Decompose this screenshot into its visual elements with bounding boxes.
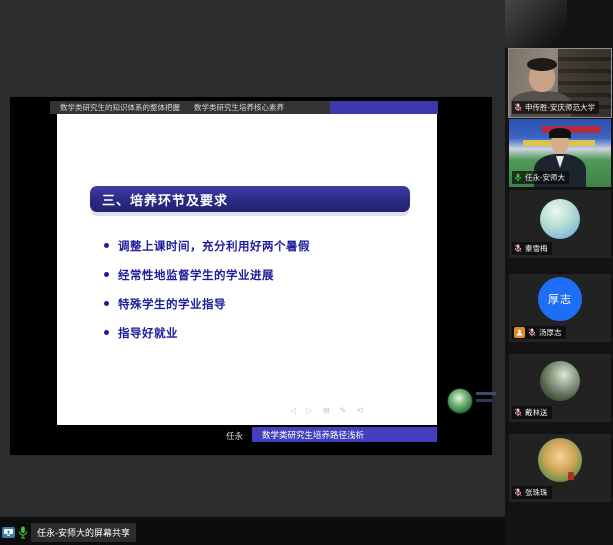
person-hair (527, 58, 557, 71)
sidebar-glow (505, 0, 567, 48)
presentation-tab-1: 数学类研究生的知识体系的整体把握 (60, 102, 180, 113)
participants-sidebar: 申传胜-安庆师范大学 任永-安师大 秦雪梅 (505, 0, 613, 545)
avatar-seal-mark (568, 472, 574, 480)
mobile-user-badge-icon (514, 327, 525, 338)
slide: 三、培养环节及要求 调整上课时间，充分利用好两个暑假 经常性地监督学生的学业进展… (57, 114, 437, 425)
mic-on-icon (514, 173, 522, 182)
participant-video-zhangzhuzhu[interactable]: 张珠珠 (509, 434, 611, 502)
logo-caption-line (476, 399, 492, 402)
slide-bullet: 特殊学生的学业指导 (104, 294, 310, 313)
taskbar-window-button: 数学类研究生培养路径浅析 (252, 427, 437, 442)
participant-video-renyong[interactable]: 任永-安师大 (509, 119, 611, 187)
bullet-dot-icon (104, 243, 109, 248)
presentation-tab-bar: 数学类研究生的知识体系的整体把握 数学类研究生培养核心素养 (50, 101, 370, 114)
screen-share-banner[interactable]: 任永-安师大的屏幕共享 (2, 523, 136, 542)
participant-nametag: 秦雪梅 (512, 242, 552, 255)
bullet-dot-icon (104, 272, 109, 277)
screen-share-icon (2, 527, 15, 538)
participant-nametag: 汤厚志 (512, 326, 566, 339)
participant-name: 秦雪梅 (525, 243, 548, 254)
logo-caption-line (476, 392, 496, 395)
participant-name: 戴林送 (525, 407, 548, 418)
mic-muted-icon (514, 103, 522, 112)
participant-video-shenchuansheng[interactable]: 申传胜-安庆师范大学 (509, 49, 611, 117)
university-logo (447, 388, 473, 414)
shared-screen: 数学类研究生的知识体系的整体把握 数学类研究生培养核心素养 三、培养环节及要求 … (10, 97, 492, 455)
participant-name: 张珠珠 (525, 487, 548, 498)
mic-on-icon (18, 526, 28, 539)
participant-nametag: 任永-安师大 (512, 171, 569, 184)
participant-video-dailinsong[interactable]: 戴林送 (509, 354, 611, 422)
participant-video-qinxuemei[interactable]: 秦雪梅 (509, 190, 611, 258)
participant-video-tanghouzhi[interactable]: 厚志 汤厚志 (509, 274, 611, 342)
person-hair (549, 128, 571, 138)
taskbar-window-title: 数学类研究生培养路径浅析 (252, 429, 364, 441)
bullet-text: 特殊学生的学业指导 (118, 296, 226, 312)
presentation-titlebar-strip (330, 101, 438, 114)
participant-nametag: 申传胜-安庆师范大学 (512, 101, 599, 114)
participant-nametag: 张珠珠 (512, 486, 552, 499)
participant-avatar (538, 438, 582, 482)
participant-avatar (540, 199, 580, 239)
slide-bullet: 指导好就业 (104, 323, 310, 342)
slideshow-nav-controls: ◁ ▷ ⊞ ✎ ⟲ (290, 406, 367, 415)
mic-muted-icon (514, 244, 522, 253)
mic-muted-icon (514, 408, 522, 417)
participant-name: 任永-安师大 (525, 172, 565, 183)
mic-muted-icon (528, 328, 536, 337)
screen-share-label: 任永-安师大的屏幕共享 (31, 523, 136, 542)
slide-title: 三、培养环节及要求 (90, 190, 228, 209)
avatar-initials: 厚志 (548, 291, 572, 307)
slide-bullet: 经常性地监督学生的学业进展 (104, 265, 310, 284)
bullet-text: 调整上课时间，充分利用好两个暑假 (118, 238, 310, 254)
bullet-dot-icon (104, 330, 109, 335)
bottom-bar: 任永-安师大的屏幕共享 (0, 517, 505, 545)
presentation-tab-2: 数学类研究生培养核心素养 (194, 102, 284, 113)
bullet-text: 经常性地监督学生的学业进展 (118, 267, 274, 283)
slide-bullet: 调整上课时间，充分利用好两个暑假 (104, 236, 310, 255)
bullet-dot-icon (104, 301, 109, 306)
slide-title-banner: 三、培养环节及要求 (90, 186, 410, 212)
participant-name: 汤厚志 (539, 327, 562, 338)
bullet-text: 指导好就业 (118, 325, 178, 341)
slide-bullet-list: 调整上课时间，充分利用好两个暑假 经常性地监督学生的学业进展 特殊学生的学业指导… (104, 236, 310, 352)
mic-muted-icon (514, 488, 522, 497)
main-stage: 数学类研究生的知识体系的整体把握 数学类研究生培养核心素养 三、培养环节及要求 … (0, 0, 505, 517)
participant-avatar: 厚志 (538, 277, 582, 321)
participant-avatar (540, 361, 580, 401)
participant-name: 申传胜-安庆师范大学 (525, 102, 595, 113)
participant-nametag: 戴林送 (512, 406, 552, 419)
taskbar-presenter-name: 任永 (226, 430, 243, 442)
